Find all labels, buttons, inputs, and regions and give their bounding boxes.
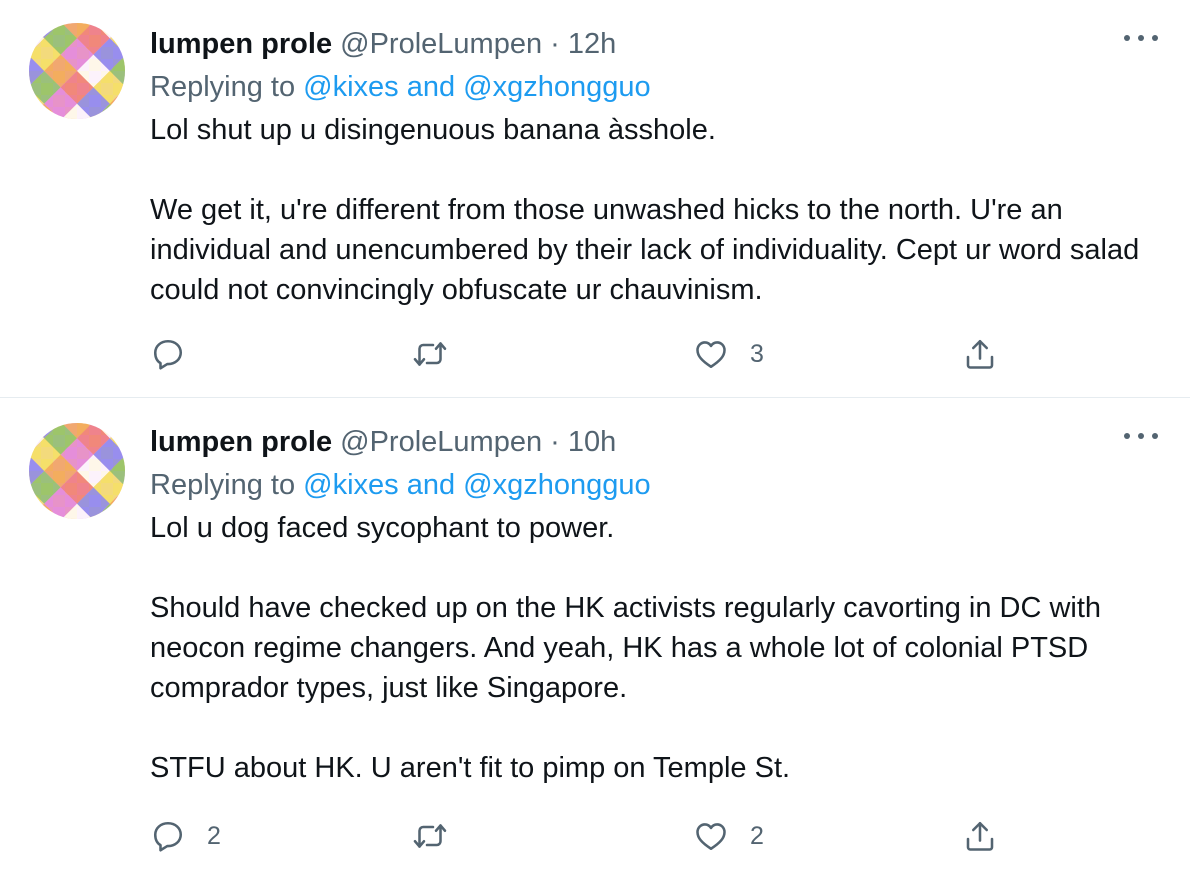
retweet-button[interactable] [412, 334, 469, 374]
tweet-paragraph: We get it, u're different from those unw… [150, 194, 1140, 306]
tweet-text: Lol u dog faced sycophant to power. Shou… [150, 508, 1150, 788]
like-count: 3 [750, 339, 764, 368]
avatar[interactable] [29, 23, 125, 119]
replying-to: Replying to @kixes and @xgzhongguo [150, 69, 1150, 105]
handle[interactable]: @ProleLumpen [340, 28, 542, 60]
action-bar: 3 [150, 334, 1010, 374]
heart-outline-icon [696, 823, 726, 851]
separator: · [550, 28, 560, 60]
avatar-mosaic [29, 23, 125, 119]
tweet-header: lumpen prole @ProleLumpen · 10h [150, 424, 1150, 460]
avatar[interactable] [29, 423, 125, 519]
tweet-paragraph: Lol shut up u disingenuous banana àsshol… [150, 114, 716, 146]
action-bar: 2 2 [150, 816, 1010, 856]
share-button[interactable] [962, 334, 998, 374]
share-button[interactable] [962, 816, 998, 856]
like-count: 2 [750, 821, 764, 850]
tweet-paragraph: STFU about HK. U aren't fit to pimp on T… [150, 752, 791, 784]
display-name[interactable]: lumpen prole [150, 426, 332, 458]
timestamp[interactable]: 12h [568, 28, 616, 60]
tweet-text: Lol shut up u disingenuous banana àsshol… [150, 110, 1150, 310]
tweet[interactable]: lumpen prole @ProleLumpen · 10h Replying… [0, 398, 1190, 876]
retweet-button[interactable] [412, 816, 469, 856]
retweet-arrows-icon [413, 342, 447, 366]
tweet-paragraph: Should have checked up on the HK activis… [150, 592, 1102, 704]
separator: · [550, 426, 560, 458]
reply-count: 2 [207, 821, 221, 850]
handle[interactable]: @ProleLumpen [340, 426, 542, 458]
tweet-paragraph: Lol u dog faced sycophant to power. [150, 512, 615, 544]
replying-mentions[interactable]: @kixes and @xgzhongguo [303, 469, 650, 501]
replying-prefix: Replying to [150, 469, 296, 501]
avatar-mosaic [29, 423, 125, 519]
tweet[interactable]: lumpen prole @ProleLumpen · 12h Replying… [0, 0, 1190, 398]
replying-prefix: Replying to [150, 71, 296, 103]
heart-outline-icon [696, 341, 726, 369]
reply-bubble-icon [153, 339, 183, 370]
like-button[interactable]: 2 [693, 816, 764, 856]
tweet-content: lumpen prole @ProleLumpen · 12h Replying… [150, 26, 1150, 310]
retweet-arrows-icon [413, 824, 447, 848]
tweet-content: lumpen prole @ProleLumpen · 10h Replying… [150, 424, 1150, 788]
replying-mentions[interactable]: @kixes and @xgzhongguo [303, 71, 650, 103]
display-name[interactable]: lumpen prole [150, 28, 332, 60]
reply-button[interactable]: 2 [150, 816, 221, 856]
share-upload-icon [966, 821, 994, 851]
timestamp[interactable]: 10h [568, 426, 616, 458]
share-upload-icon [966, 339, 994, 369]
reply-bubble-icon [153, 821, 183, 852]
tweet-header: lumpen prole @ProleLumpen · 12h [150, 26, 1150, 62]
like-button[interactable]: 3 [693, 334, 764, 374]
replying-to: Replying to @kixes and @xgzhongguo [150, 467, 1150, 503]
reply-button[interactable] [150, 334, 207, 374]
